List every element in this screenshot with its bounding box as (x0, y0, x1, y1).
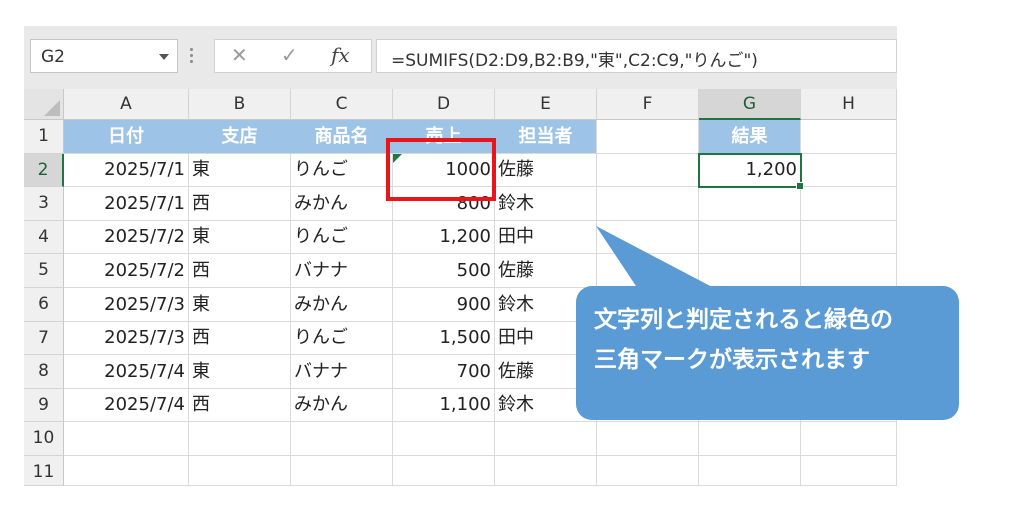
callout-line-1: 文字列と判定されると緑色の (594, 307, 893, 333)
callout-line-2: 三角マークが表示されます (594, 347, 870, 373)
annotation-callout: 文字列と判定されると緑色の 三角マークが表示されます (576, 286, 959, 420)
spreadsheet-window: G2 ✕ ✓ fx =SUMIFS(D2:D9,B2:B9,"東",C2:C9,… (24, 26, 959, 486)
